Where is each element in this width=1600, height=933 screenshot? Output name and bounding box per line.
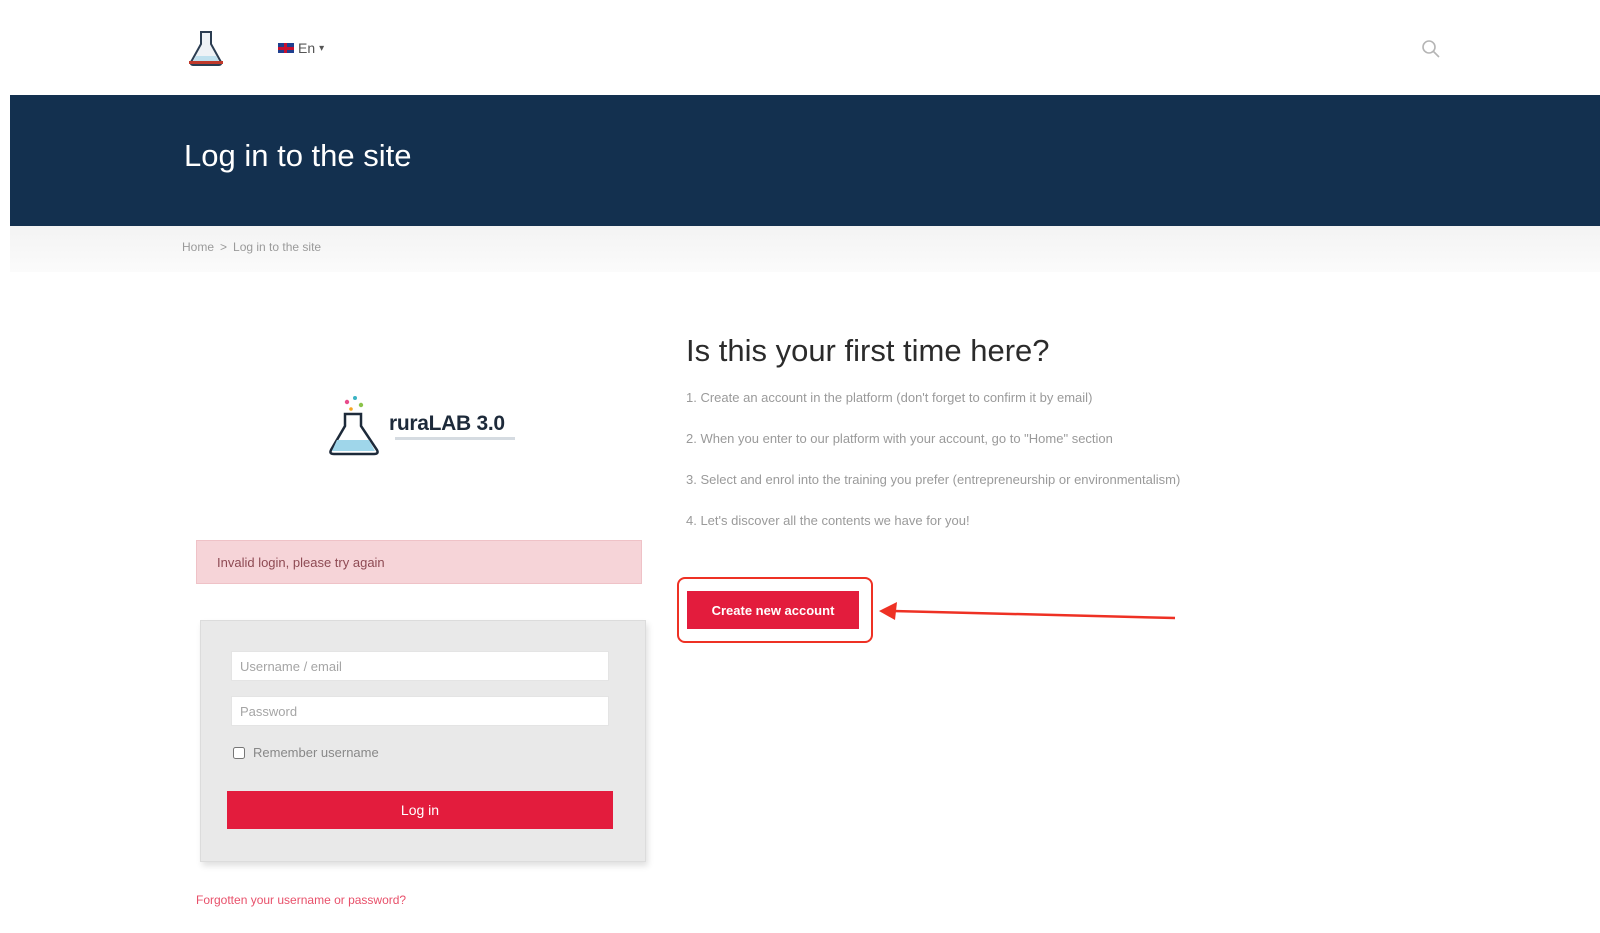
breadcrumb: Home > Log in to the site — [182, 240, 321, 254]
brand-tagline-line — [395, 437, 515, 440]
flask-logo-icon — [329, 396, 379, 456]
page-header-banner: Log in to the site — [10, 95, 1600, 226]
uk-flag-icon — [278, 43, 294, 53]
first-time-heading: Is this your first time here? — [686, 333, 1050, 368]
flask-logo-icon[interactable] — [185, 28, 227, 68]
create-account-button[interactable]: Create new account — [687, 591, 859, 629]
search-icon[interactable] — [1420, 38, 1442, 60]
password-input[interactable] — [231, 696, 609, 726]
remember-label: Remember username — [253, 745, 379, 760]
login-button[interactable]: Log in — [227, 791, 613, 829]
signup-step: 1. Create an account in the platform (do… — [686, 390, 1093, 405]
annotation-arrow-icon — [879, 602, 1176, 620]
remember-username-checkbox[interactable]: Remember username — [233, 745, 379, 760]
top-navbar: En ▾ — [0, 0, 1600, 95]
brand-logo: ruraLAB 3.0 — [325, 392, 515, 456]
login-form: Remember username Log in — [200, 620, 646, 862]
breadcrumb-separator: > — [220, 240, 228, 254]
signup-step: 2. When you enter to our platform with y… — [686, 431, 1113, 446]
chevron-down-icon: ▾ — [319, 42, 325, 54]
login-error-alert: Invalid login, please try again — [196, 540, 642, 584]
remember-checkbox[interactable] — [233, 746, 245, 759]
signup-step: 4. Let's discover all the contents we ha… — [686, 513, 970, 528]
username-input[interactable] — [231, 651, 609, 681]
signup-step: 3. Select and enrol into the training yo… — [686, 472, 1181, 487]
breadcrumb-current: Log in to the site — [233, 240, 322, 254]
language-label: En — [298, 40, 316, 56]
brand-name: ruraLAB 3.0 — [389, 412, 505, 435]
language-selector[interactable]: En ▾ — [278, 40, 324, 56]
breadcrumb-bar: Home > Log in to the site — [10, 226, 1600, 272]
signup-steps-list: 1. Create an account in the platform (do… — [686, 390, 1180, 554]
page-title: Log in to the site — [184, 138, 412, 173]
forgot-credentials-link[interactable]: Forgotten your username or password? — [196, 893, 406, 907]
breadcrumb-home-link[interactable]: Home — [182, 240, 214, 254]
